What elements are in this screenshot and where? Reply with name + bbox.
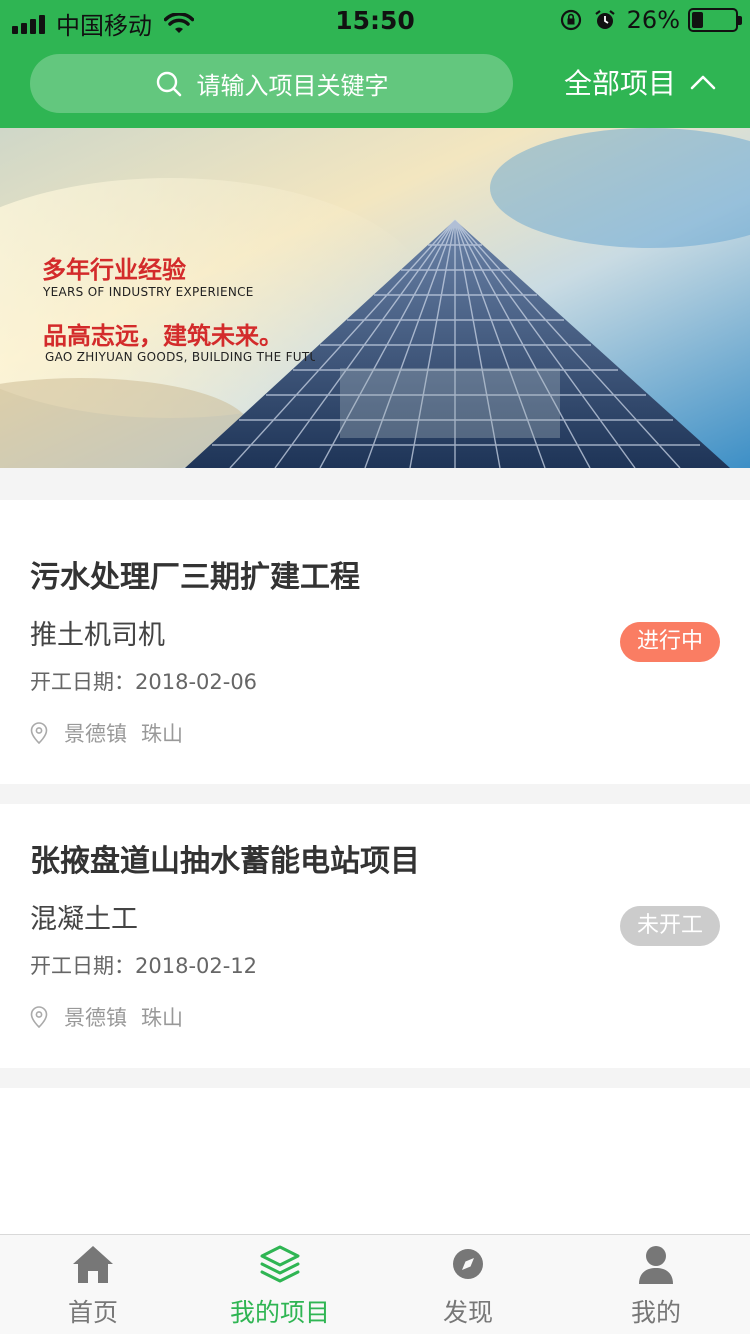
home-icon bbox=[73, 1246, 113, 1283]
promo-banner[interactable]: 多年行业经验 YEARS OF INDUSTRY EXPERIENCE 品高志远… bbox=[0, 128, 750, 468]
chevron-up-icon bbox=[690, 75, 716, 90]
location-district: 珠山 bbox=[141, 722, 183, 746]
tab-discover[interactable]: 发现 bbox=[393, 1235, 543, 1334]
project-start-date: 开工日期：2018-02-12 bbox=[30, 954, 258, 978]
tab-label: 我的项目 bbox=[229, 1298, 330, 1327]
banner-subtitle: YEARS OF INDUSTRY EXPERIENCE bbox=[43, 285, 254, 299]
project-location: 景德镇 珠山 bbox=[30, 1002, 183, 1032]
tab-label: 首页 bbox=[67, 1298, 118, 1327]
tab-profile[interactable]: 我的 bbox=[581, 1235, 731, 1334]
section-divider bbox=[0, 784, 750, 804]
user-icon bbox=[639, 1246, 673, 1284]
location-city: 景德镇 bbox=[64, 722, 127, 746]
status-badge: 进行中 bbox=[620, 622, 720, 662]
banner-title: 多年行业经验 bbox=[42, 256, 186, 284]
project-start-date: 开工日期：2018-02-06 bbox=[30, 670, 258, 694]
project-role: 推土机司机 bbox=[30, 620, 165, 651]
location-city: 景德镇 bbox=[64, 1006, 127, 1030]
project-filter-label: 全部项目 bbox=[564, 67, 677, 100]
location-district: 珠山 bbox=[141, 1006, 183, 1030]
search-input[interactable]: 请输入项目关键字 bbox=[30, 54, 513, 113]
search-icon bbox=[156, 71, 181, 96]
status-badge: 未开工 bbox=[620, 906, 720, 946]
section-divider bbox=[0, 1068, 750, 1088]
search-placeholder: 请输入项目关键字 bbox=[196, 72, 389, 100]
bottom-tab-bar: 首页 我的项目 发现 我的 bbox=[0, 1234, 750, 1334]
tab-label: 发现 bbox=[442, 1298, 493, 1327]
status-bar: 中国移动 15:50 26% bbox=[0, 0, 750, 40]
location-pin-icon bbox=[30, 722, 48, 744]
alarm-icon bbox=[594, 10, 615, 29]
banner-slogan-english: GAO ZHIYUAN GOODS, BUILDING THE FUTURE bbox=[45, 350, 315, 364]
project-filter-dropdown[interactable]: 全部项目 bbox=[564, 62, 716, 102]
project-role: 混凝土工 bbox=[30, 904, 138, 935]
layers-icon bbox=[260, 1245, 300, 1283]
battery-icon bbox=[688, 8, 742, 32]
project-card[interactable]: 张掖盘道山抽水蓄能电站项目 混凝土工 开工日期：2018-02-12 景德镇 珠… bbox=[0, 804, 750, 1068]
project-title: 张掖盘道山抽水蓄能电站项目 bbox=[30, 844, 420, 879]
tab-home[interactable]: 首页 bbox=[18, 1235, 168, 1334]
section-divider bbox=[0, 468, 750, 500]
tab-my-projects[interactable]: 我的项目 bbox=[205, 1235, 355, 1334]
battery-percent: 26% bbox=[626, 6, 680, 34]
app-header: 中国移动 15:50 26% 请输入项目关键字 全部项目 bbox=[0, 0, 750, 128]
location-pin-icon bbox=[30, 1006, 48, 1028]
project-card[interactable]: 污水处理厂三期扩建工程 推土机司机 开工日期：2018-02-06 景德镇 珠山… bbox=[0, 500, 750, 784]
tab-label: 我的 bbox=[630, 1298, 681, 1327]
banner-slogan: 品高志远，建筑未来。 bbox=[43, 322, 283, 350]
project-location: 景德镇 珠山 bbox=[30, 718, 183, 748]
rotation-lock-icon bbox=[560, 9, 581, 31]
compass-icon bbox=[453, 1249, 483, 1279]
project-title: 污水处理厂三期扩建工程 bbox=[30, 560, 360, 595]
